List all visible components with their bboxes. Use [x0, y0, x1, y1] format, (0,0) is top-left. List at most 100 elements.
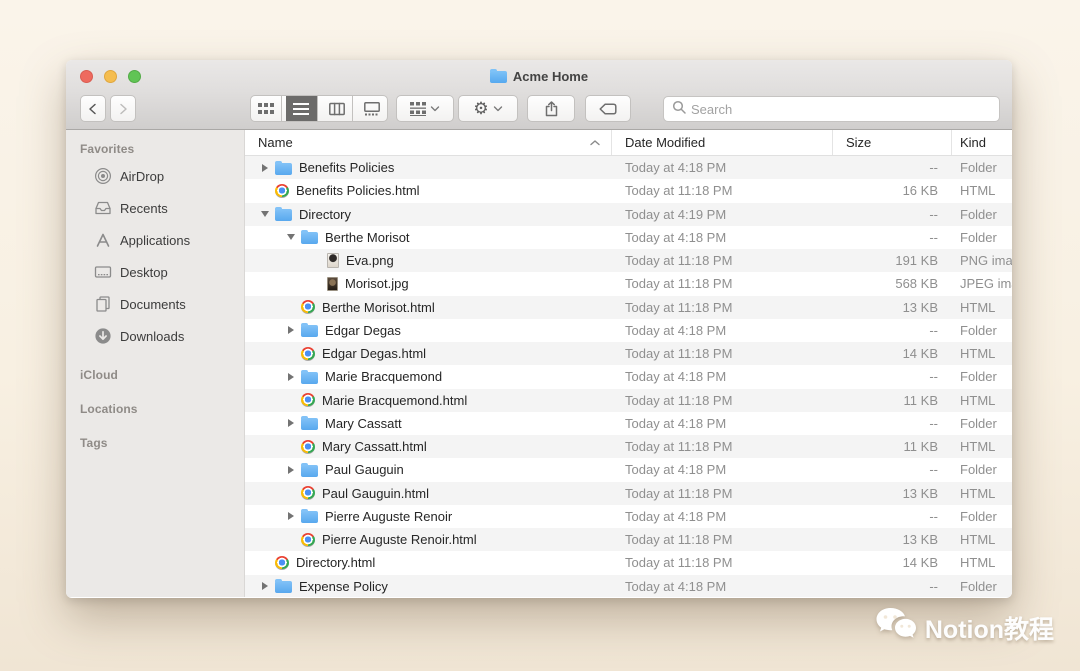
file-rows: Benefits PoliciesToday at 4:18 PM--Folde… — [245, 156, 1012, 597]
kind-cell: HTML — [952, 179, 1012, 202]
search-input[interactable] — [691, 102, 991, 117]
date-modified-cell: Today at 11:18 PM — [612, 528, 833, 551]
disclosure-spacer — [257, 179, 273, 202]
column-view-button[interactable] — [322, 96, 353, 121]
gallery-view-icon — [364, 102, 380, 116]
table-row[interactable]: Eva.pngToday at 11:18 PM191 KBPNG image — [245, 249, 1012, 272]
png-thumbnail-icon — [327, 253, 339, 268]
table-row[interactable]: Berthe Morisot.htmlToday at 11:18 PM13 K… — [245, 296, 1012, 319]
sidebar-item-label: Documents — [120, 297, 186, 312]
table-row[interactable]: Edgar Degas.htmlToday at 11:18 PM14 KBHT… — [245, 342, 1012, 365]
table-row[interactable]: Marie BracquemondToday at 4:18 PM--Folde… — [245, 365, 1012, 388]
column-header-name[interactable]: Name — [245, 130, 612, 155]
table-row[interactable]: Pierre Auguste RenoirToday at 4:18 PM--F… — [245, 505, 1012, 528]
sidebar-item-downloads[interactable]: Downloads — [66, 320, 244, 352]
sidebar-item-applications[interactable]: Applications — [66, 224, 244, 256]
disclosure-triangle-collapsed[interactable] — [283, 319, 299, 342]
watermark: Notion教程 — [875, 606, 1054, 649]
gallery-view-button[interactable] — [357, 96, 387, 121]
name-cell: Paul Gauguin — [245, 458, 612, 481]
applications-icon — [94, 231, 112, 249]
kind-cell: Folder — [952, 365, 1012, 388]
date-modified-cell: Today at 4:18 PM — [612, 575, 833, 598]
jpeg-thumbnail-icon — [327, 277, 338, 291]
view-switcher — [250, 95, 388, 122]
size-cell: 14 KB — [833, 342, 952, 365]
date-modified-cell: Today at 4:18 PM — [612, 319, 833, 342]
file-name: Edgar Degas.html — [322, 346, 426, 361]
folder-icon — [301, 372, 318, 384]
table-row[interactable]: DirectoryToday at 4:19 PM--Folder — [245, 203, 1012, 226]
size-cell: 14 KB — [833, 551, 952, 574]
disclosure-triangle-collapsed[interactable] — [283, 412, 299, 435]
kind-cell: Folder — [952, 575, 1012, 598]
sidebar-item-label: Desktop — [120, 265, 168, 280]
size-cell: 191 KB — [833, 249, 952, 272]
list-view-button[interactable] — [286, 96, 317, 121]
disclosure-spacer — [283, 482, 299, 505]
kind-cell: Folder — [952, 319, 1012, 342]
file-name: Paul Gauguin — [325, 462, 404, 477]
tag-button[interactable] — [585, 95, 631, 122]
icon-view-button[interactable] — [251, 96, 282, 121]
sidebar-item-recents[interactable]: Recents — [66, 192, 244, 224]
sidebar-item-desktop[interactable]: Desktop — [66, 256, 244, 288]
kind-cell: JPEG image — [952, 272, 1012, 295]
folder-icon — [301, 232, 318, 244]
column-header-kind[interactable]: Kind — [952, 130, 1012, 155]
disclosure-triangle-expanded[interactable] — [283, 226, 299, 249]
file-list: Name Date Modified Size Kind Benefits Po… — [245, 130, 1012, 597]
folder-icon — [301, 511, 318, 523]
table-row[interactable]: Benefits Policies.htmlToday at 11:18 PM1… — [245, 179, 1012, 202]
table-row[interactable]: Directory.htmlToday at 11:18 PM14 KBHTML — [245, 551, 1012, 574]
file-name: Marie Bracquemond — [325, 369, 442, 384]
size-cell: -- — [833, 505, 952, 528]
name-cell: Mary Cassatt — [245, 412, 612, 435]
table-row[interactable]: Pierre Auguste Renoir.htmlToday at 11:18… — [245, 528, 1012, 551]
forward-button[interactable] — [110, 95, 136, 122]
action-button[interactable]: ⚙ — [458, 95, 518, 122]
table-row[interactable]: Mary CassattToday at 4:18 PM--Folder — [245, 412, 1012, 435]
column-view-icon — [329, 102, 345, 116]
disclosure-spacer — [257, 551, 273, 574]
table-row[interactable]: Edgar DegasToday at 4:18 PM--Folder — [245, 319, 1012, 342]
disclosure-triangle-collapsed[interactable] — [283, 458, 299, 481]
disclosure-triangle-expanded[interactable] — [257, 203, 273, 226]
tag-icon — [599, 103, 617, 115]
folder-icon — [275, 581, 292, 593]
name-cell: Benefits Policies.html — [245, 179, 612, 202]
sidebar-section-favorites: Favorites — [66, 138, 244, 160]
disclosure-triangle-collapsed[interactable] — [283, 505, 299, 528]
table-row[interactable]: Paul Gauguin.htmlToday at 11:18 PM13 KBH… — [245, 482, 1012, 505]
share-button[interactable] — [527, 95, 575, 122]
table-row[interactable]: Expense PolicyToday at 4:18 PM--Folder — [245, 575, 1012, 598]
group-button[interactable] — [396, 95, 454, 122]
search-field[interactable] — [663, 96, 1000, 122]
chevron-left-icon — [86, 102, 100, 116]
table-row[interactable]: Morisot.jpgToday at 11:18 PM568 KBJPEG i… — [245, 272, 1012, 295]
name-cell: Directory.html — [245, 551, 612, 574]
table-row[interactable]: Benefits PoliciesToday at 4:18 PM--Folde… — [245, 156, 1012, 179]
sort-ascending-icon — [589, 135, 601, 150]
sidebar-item-airdrop[interactable]: AirDrop — [66, 160, 244, 192]
table-row[interactable]: Berthe MorisotToday at 4:18 PM--Folder — [245, 226, 1012, 249]
back-button[interactable] — [80, 95, 106, 122]
column-header-date-modified[interactable]: Date Modified — [612, 130, 833, 155]
title-bar[interactable]: Acme Home — [66, 60, 1012, 92]
sidebar-item-documents[interactable]: Documents — [66, 288, 244, 320]
date-modified-cell: Today at 4:18 PM — [612, 156, 833, 179]
file-name: Morisot.jpg — [345, 276, 409, 291]
disclosure-spacer — [283, 528, 299, 551]
file-name: Expense Policy — [299, 579, 388, 594]
recents-icon — [94, 199, 112, 217]
table-row[interactable]: Marie Bracquemond.htmlToday at 11:18 PM1… — [245, 389, 1012, 412]
sidebar-item-label: AirDrop — [120, 169, 164, 184]
column-header-size[interactable]: Size — [833, 130, 952, 155]
table-row[interactable]: Paul GauguinToday at 4:18 PM--Folder — [245, 458, 1012, 481]
disclosure-triangle-collapsed[interactable] — [257, 156, 273, 179]
desktop-icon — [94, 263, 112, 281]
name-cell: Paul Gauguin.html — [245, 482, 612, 505]
table-row[interactable]: Mary Cassatt.htmlToday at 11:18 PM11 KBH… — [245, 435, 1012, 458]
disclosure-triangle-collapsed[interactable] — [283, 365, 299, 388]
disclosure-triangle-collapsed[interactable] — [257, 575, 273, 598]
